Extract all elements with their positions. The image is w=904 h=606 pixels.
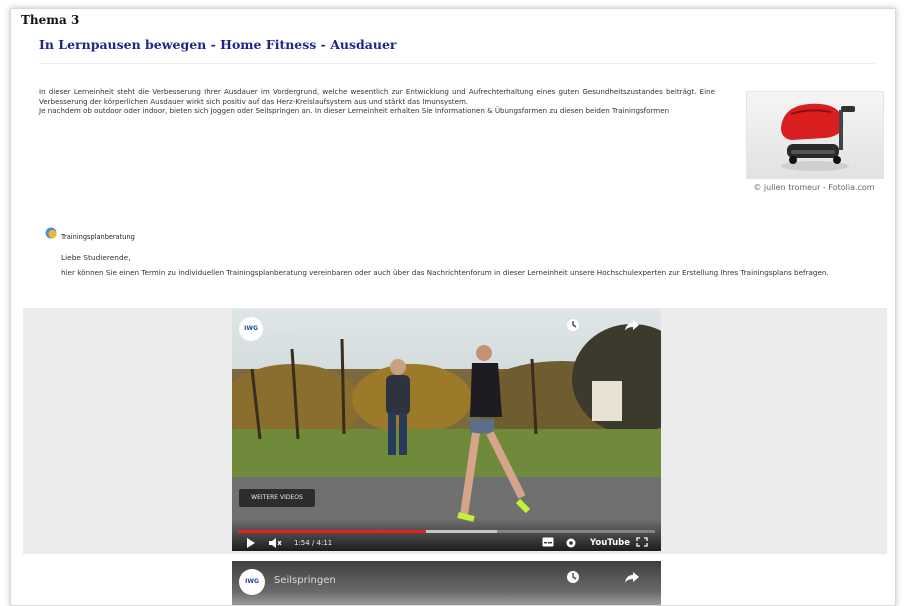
share-arrow-icon[interactable] bbox=[624, 569, 640, 588]
consultation-message: hier können Sie einen Termin zu individu… bbox=[61, 268, 829, 277]
youtube-logo[interactable]: YouTube bbox=[590, 538, 630, 548]
treadmill-illustration bbox=[781, 103, 855, 171]
treadmill-image bbox=[746, 91, 884, 179]
video-title[interactable]: Laufen bbox=[270, 323, 301, 333]
share-arrow-icon[interactable] bbox=[624, 317, 640, 336]
topic-heading: Thema 3 bbox=[21, 13, 80, 27]
second-video-title[interactable]: Seilspringen bbox=[274, 575, 336, 586]
second-channel-logo[interactable]: IWG bbox=[239, 569, 265, 595]
fullscreen-icon[interactable] bbox=[636, 537, 648, 550]
channel-logo[interactable]: IWG bbox=[239, 317, 263, 341]
played-bar bbox=[238, 530, 426, 533]
second-video-player[interactable]: IWG Seilspringen bbox=[232, 561, 661, 605]
settings-gear-icon[interactable] bbox=[565, 537, 577, 551]
video-frame bbox=[232, 309, 661, 551]
video-time: 1:54 / 4:11 bbox=[294, 539, 333, 547]
lesson-title: In Lernpausen bewegen - Home Fitness - A… bbox=[39, 37, 397, 52]
intro-text: In dieser Lerneinheit steht die Verbesse… bbox=[39, 87, 715, 116]
divider bbox=[39, 63, 875, 64]
image-credit: © julien tromeur - Fotolia.com bbox=[753, 183, 875, 192]
player-controls: 1:54 / 4:11 YouTube bbox=[232, 519, 661, 551]
progress-bar[interactable] bbox=[238, 530, 655, 533]
greeting-text: Liebe Studierende, bbox=[61, 253, 131, 262]
volume-mute-icon[interactable] bbox=[268, 537, 282, 551]
video-player[interactable]: IWG Laufen WEITERE VIDEOS 1:54 / 4:11 Yo… bbox=[232, 309, 661, 551]
intro-paragraph-1: In dieser Lerneinheit steht die Verbesse… bbox=[39, 87, 715, 106]
more-videos-button[interactable]: WEITERE VIDEOS bbox=[239, 489, 315, 507]
chat-bubble-icon[interactable] bbox=[45, 224, 57, 239]
course-page: Thema 3 In Lernpausen bewegen - Home Fit… bbox=[10, 8, 896, 606]
subtitles-icon[interactable] bbox=[542, 537, 554, 550]
watch-later-clock-icon[interactable] bbox=[566, 317, 580, 336]
watch-later-clock-icon[interactable] bbox=[566, 569, 580, 588]
play-icon[interactable] bbox=[246, 537, 256, 551]
intro-paragraph-2: Je nachdem ob outdoor oder indoor, biete… bbox=[39, 106, 670, 116]
training-consultation-link[interactable]: Trainingsplanberatung bbox=[61, 233, 135, 241]
